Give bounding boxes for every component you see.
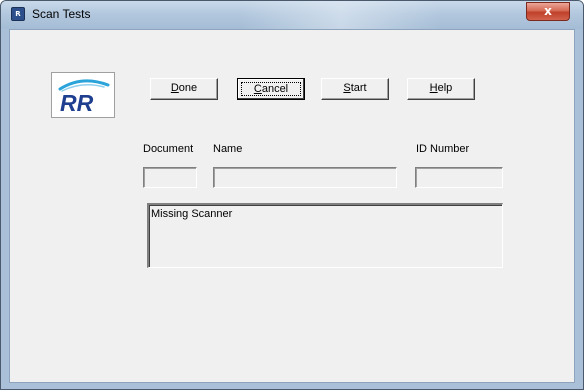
close-button[interactable]: x — [526, 2, 570, 21]
done-mnemonic: D — [170, 82, 179, 94]
dialog-client-area: RR Done Cancel Start Help Document Name … — [9, 29, 575, 383]
status-message: Missing Scanner — [151, 208, 233, 220]
close-icon: x — [544, 4, 552, 18]
help-button[interactable]: Help — [407, 78, 475, 100]
scan-tests-window: R Scan Tests x RR Done Cancel Start Help — [0, 0, 584, 390]
window-title: Scan Tests — [32, 7, 91, 21]
start-button[interactable]: Start — [321, 78, 389, 100]
done-button[interactable]: Done — [150, 78, 218, 100]
cancel-label: ancel — [261, 83, 289, 95]
start-label: tart — [350, 82, 367, 94]
done-label: one — [178, 82, 198, 94]
start-mnemonic: S — [343, 82, 351, 94]
cancel-button[interactable]: Cancel — [237, 78, 305, 100]
status-message-box: Missing Scanner — [147, 203, 503, 268]
id-number-label: ID Number — [416, 143, 470, 155]
document-label: Document — [143, 143, 194, 155]
name-label: Name — [213, 143, 243, 155]
cancel-mnemonic: C — [253, 83, 262, 95]
logo-text: RR — [60, 90, 94, 116]
rr-logo: RR — [51, 72, 115, 118]
document-field[interactable] — [143, 167, 197, 188]
id-number-field[interactable] — [415, 167, 503, 188]
app-icon[interactable]: R — [11, 7, 25, 21]
title-bar[interactable]: R Scan Tests x — [1, 1, 583, 29]
help-label: elp — [437, 82, 453, 94]
help-mnemonic: H — [429, 82, 438, 94]
name-field[interactable] — [213, 167, 397, 188]
focus-rectangle: Cancel — [241, 82, 301, 96]
